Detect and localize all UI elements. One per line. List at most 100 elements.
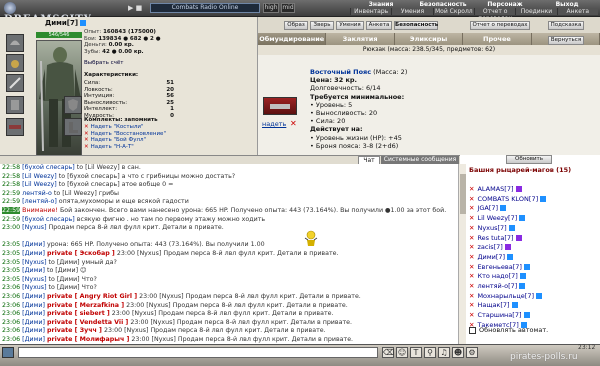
settings-icon[interactable]: ⚙ [466, 347, 478, 358]
room-user-name[interactable]: Res tuta[7] [477, 234, 513, 242]
radio-controls[interactable]: ▶ ■ [128, 4, 148, 12]
room-user[interactable]: ✕ ALAMAS[7] [469, 185, 600, 195]
room-user[interactable]: ✕ лентяй-о[7] [469, 282, 600, 292]
radio-button[interactable]: Combats Radio Online [150, 3, 260, 13]
chat-input[interactable] [18, 347, 378, 358]
belt-item-icon[interactable] [263, 97, 297, 115]
send-icon[interactable] [2, 347, 14, 358]
transfer-report-button[interactable]: Отчет о переводах [470, 21, 530, 30]
room-user[interactable]: ✕ Мохнарыльце[7] [469, 292, 600, 302]
remove-icon[interactable]: ✕ [84, 144, 89, 150]
private-icon[interactable]: ✕ [469, 292, 474, 300]
shield-slot[interactable] [64, 96, 82, 114]
chat-time[interactable]: 23:06 [2, 327, 20, 334]
chat-time[interactable]: 23:00 [2, 224, 20, 231]
menu-transfer-report[interactable]: Отчет о переводах [473, 8, 516, 22]
scrollbar-thumb[interactable] [460, 174, 466, 214]
room-user-name[interactable]: Евгеньева[7] [477, 263, 521, 271]
menu-duels[interactable]: Поединки [515, 8, 557, 15]
chat-nick[interactable]: [бухой слесарь] [22, 164, 75, 171]
room-user[interactable]: ✕ Дими[7] [469, 253, 600, 263]
private-icon[interactable]: ✕ [469, 204, 474, 212]
room-user-name[interactable]: Нащак[7] [477, 301, 509, 309]
room-user-name[interactable]: ALAMAS[7] [477, 185, 513, 193]
refresh-button[interactable]: Обновить [506, 155, 552, 164]
room-user-name[interactable]: Мохнарыльце[7] [477, 292, 534, 300]
chat-time[interactable]: 22:59 [2, 198, 20, 205]
set-item[interactable]: ✕ Надеть "Н-А-Т" [84, 144, 194, 151]
select-account-link[interactable]: Выбрать счёт [84, 60, 164, 67]
chat-nick[interactable]: [Lil Weezy] [22, 173, 57, 180]
amulet-slot[interactable] [6, 54, 24, 72]
chat-time[interactable]: 23:06 [2, 310, 20, 317]
room-user[interactable]: ✕ JGA[7] [469, 204, 600, 214]
private-icon[interactable]: ✕ [469, 234, 474, 242]
private-icon[interactable]: ✕ [469, 185, 474, 193]
chat-nick[interactable]: [Дими] [22, 293, 45, 300]
remove-icon[interactable]: ✕ [84, 131, 89, 137]
private-target[interactable]: private [ Зучч ] [47, 327, 102, 334]
menu-inventory[interactable]: Инвентарь [350, 8, 392, 15]
quality-high-button[interactable]: high [263, 3, 279, 13]
chat-time[interactable]: 22:58 [2, 173, 20, 180]
private-target[interactable]: private [ Эскобар ] [47, 250, 115, 257]
private-target[interactable]: private [ Vendetta Vii ] [47, 319, 128, 326]
private-icon[interactable]: ✕ [469, 243, 474, 251]
tab-equipment[interactable]: Обмундирование [258, 33, 327, 45]
profile-button[interactable]: Анкета [366, 21, 392, 30]
chat-time[interactable]: 23:06 [2, 293, 20, 300]
chat-time[interactable]: 23:06 [2, 302, 20, 309]
private-target[interactable]: private [ Angry Riot Girl ] [47, 293, 137, 300]
filter-icon[interactable]: ⚲ [424, 347, 436, 358]
room-user[interactable]: ✕ Res tuta[7] [469, 234, 600, 244]
chat-nick[interactable]: [Дими] [22, 241, 45, 248]
room-user[interactable]: ✕ zacis[7] [469, 243, 600, 253]
chat-nick[interactable]: [Дими] [22, 310, 45, 317]
private-icon[interactable]: ✕ [469, 301, 474, 309]
smiley-icon[interactable]: ☺ [396, 347, 408, 358]
private-icon[interactable]: ✕ [469, 272, 474, 280]
room-user-name[interactable]: Nyxus[7] [477, 224, 506, 232]
chat-nick[interactable]: [лентяй-о] [22, 198, 57, 205]
chat-time[interactable]: 23:05 [2, 241, 20, 248]
menu-profile[interactable]: Анкета [556, 8, 598, 15]
chat-nick[interactable]: [Дими] [22, 319, 45, 326]
chat-time[interactable]: 22:58 [2, 164, 20, 171]
music-icon[interactable]: ♫ [438, 347, 450, 358]
chat-time[interactable]: 22:59 [2, 216, 20, 223]
room-user-name[interactable]: Кто надо[7] [477, 272, 517, 280]
private-target[interactable]: private [ siebert ] [47, 310, 110, 317]
remove-icon[interactable]: ✕ [84, 124, 89, 130]
private-icon[interactable]: ✕ [469, 195, 474, 203]
chat-time[interactable]: 23:05 [2, 276, 20, 283]
chat-time[interactable]: 23:05 [2, 267, 20, 274]
image-button[interactable]: Образ [284, 21, 308, 30]
room-user[interactable]: ✕ Кто надо[7] [469, 272, 600, 282]
item-name[interactable]: Восточный Пояс [310, 68, 371, 76]
private-icon[interactable]: ✕ [469, 311, 474, 319]
security-button[interactable]: Безопасность [394, 21, 438, 30]
room-user-name[interactable]: Дими[7] [477, 253, 505, 261]
clear-icon[interactable]: ⌫ [382, 347, 394, 358]
chat-time[interactable]: 23:06 [2, 319, 20, 326]
chat-time[interactable]: 23:06 [2, 284, 20, 291]
chat-nick[interactable]: [Nyxus] [22, 259, 46, 266]
remove-icon[interactable]: ✕ [84, 137, 89, 143]
tab-spells[interactable]: Заклятия [326, 33, 395, 45]
menu-security[interactable]: Безопасность [412, 1, 474, 8]
boots-slot[interactable] [64, 118, 82, 136]
translit-icon[interactable]: Т [410, 347, 422, 358]
chat-time[interactable]: 22:59 [2, 206, 21, 214]
belt-slot[interactable] [6, 118, 24, 136]
private-target[interactable]: private [ Молифарыч ] [47, 336, 129, 343]
helmet-slot[interactable] [6, 34, 24, 52]
menu-my-scroll[interactable]: Мой Скролл [432, 8, 474, 15]
private-icon[interactable]: ✕ [469, 282, 474, 290]
chat-time[interactable]: 22:59 [2, 190, 20, 197]
menu-knowledge[interactable]: Знания [350, 1, 412, 8]
skills-button[interactable]: Умения [336, 21, 364, 30]
room-user-name[interactable]: Старшина[7] [477, 311, 521, 319]
chat-nick[interactable]: [Дими] [22, 302, 45, 309]
menu-character[interactable]: Персонаж [474, 1, 536, 8]
chat-nick[interactable]: [Nyxus] [22, 276, 46, 283]
